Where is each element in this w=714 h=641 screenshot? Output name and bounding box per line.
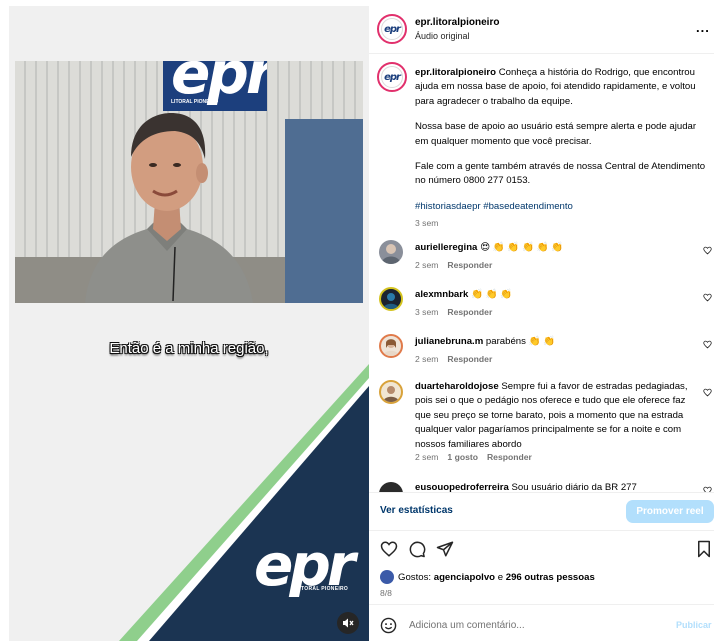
- likes-others[interactable]: 296 outras pessoas: [506, 572, 595, 583]
- author-avatar-logo: epr: [384, 23, 401, 35]
- navy-stripe: [149, 386, 369, 641]
- brand-logo-subtitle: LITORAL PIONEIRO: [296, 586, 349, 592]
- commenter-avatar[interactable]: [379, 287, 403, 311]
- input-divider: [369, 604, 714, 605]
- likes-summary[interactable]: Gostos: agenciapolvo e 296 outras pessoa…: [398, 572, 595, 583]
- mute-button[interactable]: [337, 612, 359, 634]
- bookmark-icon[interactable]: [696, 540, 712, 558]
- header-author-username[interactable]: epr.litoralpioneiro: [415, 17, 499, 28]
- comment-like-heart-icon[interactable]: [703, 293, 712, 302]
- reply-button[interactable]: Responder: [447, 260, 492, 270]
- caption-author[interactable]: epr.litoralpioneiro: [415, 67, 496, 78]
- commenter-avatar[interactable]: [379, 334, 403, 358]
- reply-button[interactable]: Responder: [487, 452, 532, 462]
- comment-username[interactable]: eusouopedroferreira: [415, 482, 509, 492]
- heart-icon[interactable]: [380, 540, 398, 558]
- comment-time: 2 sem: [415, 260, 439, 270]
- reply-button[interactable]: Responder: [447, 354, 492, 364]
- comment-item: eusouopedroferreira Sou usuário diário d…: [369, 478, 714, 492]
- comment-username[interactable]: duarteharoldojose: [415, 381, 499, 392]
- promote-reel-button[interactable]: Promover reel: [626, 500, 714, 523]
- reel-video[interactable]: epr LITORAL PIONEIRO Então é a minha reg: [9, 6, 369, 641]
- commenter-avatar[interactable]: [379, 380, 403, 404]
- epr-brand-logo: epr LITORAL PIONEIRO: [254, 536, 364, 594]
- caption-paragraph-2: Nossa base de apoio ao usuário está semp…: [415, 121, 697, 147]
- caption-paragraph-3: Fale com a gente também através de nossa…: [415, 161, 706, 187]
- share-icon[interactable]: [436, 540, 454, 558]
- comment-time: 2 sem: [415, 354, 439, 364]
- comment-username[interactable]: alexmnbark: [415, 289, 468, 300]
- comment-like-count[interactable]: 1 gosto: [447, 452, 478, 462]
- likes-first-user[interactable]: agenciapolvo: [434, 572, 495, 583]
- comment-username[interactable]: aurielleregina: [415, 242, 477, 253]
- comment-text: Sou usuário diário da BR 277: [511, 482, 637, 492]
- liker-avatar[interactable]: [380, 570, 394, 584]
- comment-time: 3 sem: [415, 307, 439, 317]
- comment-text: 👏 👏 👏: [471, 289, 513, 300]
- actions-divider: [369, 530, 714, 531]
- view-insights-link[interactable]: Ver estatísticas: [380, 505, 453, 516]
- comment-like-heart-icon[interactable]: [703, 340, 712, 349]
- speaker-muted-icon: [343, 618, 354, 628]
- caption-time: 3 sem: [415, 218, 439, 229]
- comment-time: 2 sem: [415, 452, 439, 462]
- comments-divider: [369, 492, 714, 493]
- comment-text: 😍 👏 👏 👏 👏 👏: [480, 242, 564, 253]
- author-avatar[interactable]: epr: [377, 14, 407, 44]
- likes-prefix: Gostos:: [398, 572, 432, 583]
- comment-input[interactable]: Adiciona um comentário...: [409, 620, 525, 631]
- header-divider: [369, 53, 714, 54]
- post-caption: epr.litoralpioneiro Conheça a história d…: [415, 66, 707, 231]
- commenter-avatar[interactable]: [379, 240, 403, 264]
- comment-icon[interactable]: [408, 540, 426, 558]
- comment-like-heart-icon[interactable]: [703, 246, 712, 255]
- reply-button[interactable]: Responder: [447, 307, 492, 317]
- likes-connector: e: [497, 572, 504, 583]
- emoji-icon[interactable]: [380, 617, 397, 634]
- caption-hashtags[interactable]: #historiasdaepr #basedeatendimento: [415, 201, 573, 212]
- caption-avatar[interactable]: epr: [377, 62, 407, 92]
- post-panel: epr epr.litoralpioneiro Áudio original .…: [369, 0, 714, 641]
- comment-like-heart-icon[interactable]: [703, 388, 712, 397]
- more-options-icon[interactable]: ...: [696, 20, 710, 35]
- comment-text: parabéns 👏 👏: [485, 336, 556, 347]
- caption-avatar-logo: epr: [384, 71, 401, 83]
- comment-username[interactable]: julianebruna.m: [415, 336, 483, 347]
- publish-button[interactable]: Publicar: [676, 620, 712, 630]
- audio-label[interactable]: Áudio original: [415, 31, 470, 41]
- slide-counter: 8/8: [380, 588, 392, 598]
- commenter-avatar[interactable]: [379, 482, 403, 492]
